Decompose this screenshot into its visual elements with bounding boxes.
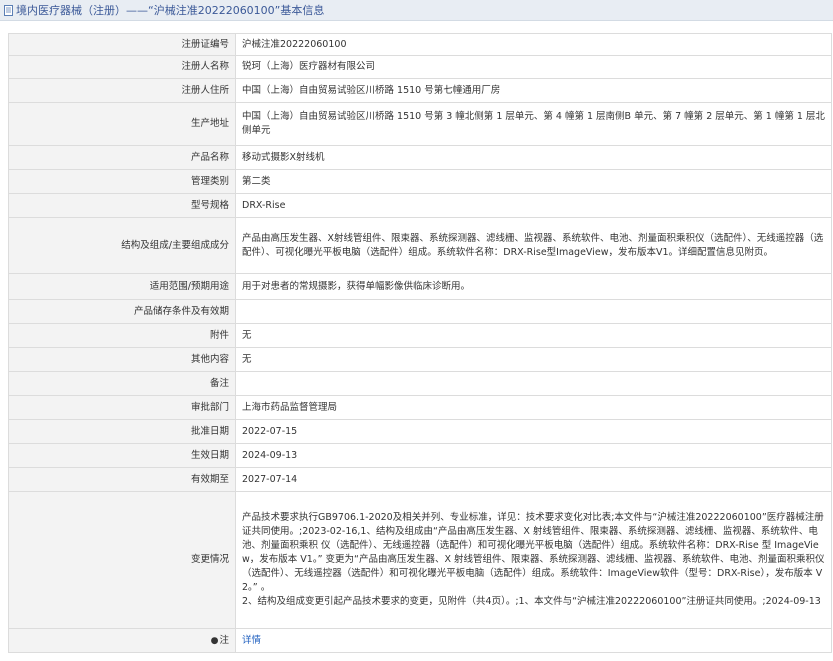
table-row: ●注 详情 — [8, 628, 832, 653]
field-value: 中国（上海）自由贸易试验区川桥路 1510 号第七幢通用厂房 — [235, 78, 832, 103]
info-table: 注册证编号 沪械注准20222060100 注册人名称 锐珂（上海）医疗器材有限… — [8, 33, 832, 653]
note-value: 详情 — [235, 628, 832, 653]
field-label: 产品名称 — [8, 145, 236, 170]
field-value: 无 — [235, 323, 832, 348]
field-value: 移动式摄影X射线机 — [235, 145, 832, 170]
field-label: 型号规格 — [8, 193, 236, 218]
table-row: 生效日期 2024-09-13 — [8, 443, 832, 468]
field-value: 2024-09-13 — [235, 443, 832, 468]
detail-link[interactable]: 详情 — [242, 635, 261, 646]
pin-icon: ● — [210, 635, 219, 646]
field-value: 产品由高压发生器、X射线管组件、限束器、系统探测器、滤线栅、监视器、系统软件、电… — [235, 217, 832, 274]
field-label: 附件 — [8, 323, 236, 348]
field-label: 注册人名称 — [8, 55, 236, 79]
note-label: ●注 — [8, 628, 236, 653]
note-label-text: 注 — [219, 634, 229, 646]
field-label: 备注 — [8, 371, 236, 396]
table-row: 产品名称 移动式摄影X射线机 — [8, 145, 832, 170]
table-row: 产品储存条件及有效期 — [8, 299, 832, 324]
table-row: 型号规格 DRX-Rise — [8, 193, 832, 218]
table-row: 有效期至 2027-07-14 — [8, 467, 832, 492]
field-label: 注册人住所 — [8, 78, 236, 103]
table-row: 注册证编号 沪械注准20222060100 — [8, 33, 832, 56]
table-row: 审批部门 上海市药品监督管理局 — [8, 395, 832, 420]
field-value: 锐珂（上海）医疗器材有限公司 — [235, 55, 832, 79]
field-value: 中国（上海）自由贸易试验区川桥路 1510 号第 3 幢北侧第 1 层单元、第 … — [235, 102, 832, 146]
field-value: DRX-Rise — [235, 193, 832, 218]
field-value: 产品技术要求执行GB9706.1-2020及相关并列、专业标准，详见：技术要求变… — [235, 491, 832, 629]
table-row: 结构及组成/主要组成成分 产品由高压发生器、X射线管组件、限束器、系统探测器、滤… — [8, 217, 832, 274]
table-row: 变更情况 产品技术要求执行GB9706.1-2020及相关并列、专业标准，详见：… — [8, 491, 832, 629]
field-label: 批准日期 — [8, 419, 236, 444]
page-title: 境内医疗器械（注册）——“沪械注准20222060100”基本信息 — [16, 3, 325, 17]
field-label: 结构及组成/主要组成成分 — [8, 217, 236, 274]
field-label: 适用范围/预期用途 — [8, 273, 236, 300]
field-label: 注册证编号 — [8, 33, 236, 56]
table-row: 其他内容 无 — [8, 347, 832, 372]
table-row: 注册人名称 锐珂（上海）医疗器材有限公司 — [8, 55, 832, 79]
field-label: 生产地址 — [8, 102, 236, 146]
field-value: 2022-07-15 — [235, 419, 832, 444]
field-value: 无 — [235, 347, 832, 372]
field-value — [235, 371, 832, 396]
field-value: 2027-07-14 — [235, 467, 832, 492]
table-row: 管理类别 第二类 — [8, 169, 832, 194]
document-icon — [4, 4, 13, 16]
field-value: 上海市药品监督管理局 — [235, 395, 832, 420]
field-value — [235, 299, 832, 324]
field-label: 有效期至 — [8, 467, 236, 492]
table-row: 批准日期 2022-07-15 — [8, 419, 832, 444]
field-label: 其他内容 — [8, 347, 236, 372]
table-row: 附件 无 — [8, 323, 832, 348]
table-row: 生产地址 中国（上海）自由贸易试验区川桥路 1510 号第 3 幢北侧第 1 层… — [8, 102, 832, 146]
table-row: 备注 — [8, 371, 832, 396]
field-value: 沪械注准20222060100 — [235, 33, 832, 56]
field-label: 变更情况 — [8, 491, 236, 629]
field-value: 用于对患者的常规摄影，获得单幅影像供临床诊断用。 — [235, 273, 832, 300]
table-row: 适用范围/预期用途 用于对患者的常规摄影，获得单幅影像供临床诊断用。 — [8, 273, 832, 300]
field-label: 审批部门 — [8, 395, 236, 420]
table-row: 注册人住所 中国（上海）自由贸易试验区川桥路 1510 号第七幢通用厂房 — [8, 78, 832, 103]
field-label: 管理类别 — [8, 169, 236, 194]
field-label: 产品储存条件及有效期 — [8, 299, 236, 324]
field-value: 第二类 — [235, 169, 832, 194]
field-label: 生效日期 — [8, 443, 236, 468]
page-header: 境内医疗器械（注册）——“沪械注准20222060100”基本信息 — [0, 0, 833, 21]
